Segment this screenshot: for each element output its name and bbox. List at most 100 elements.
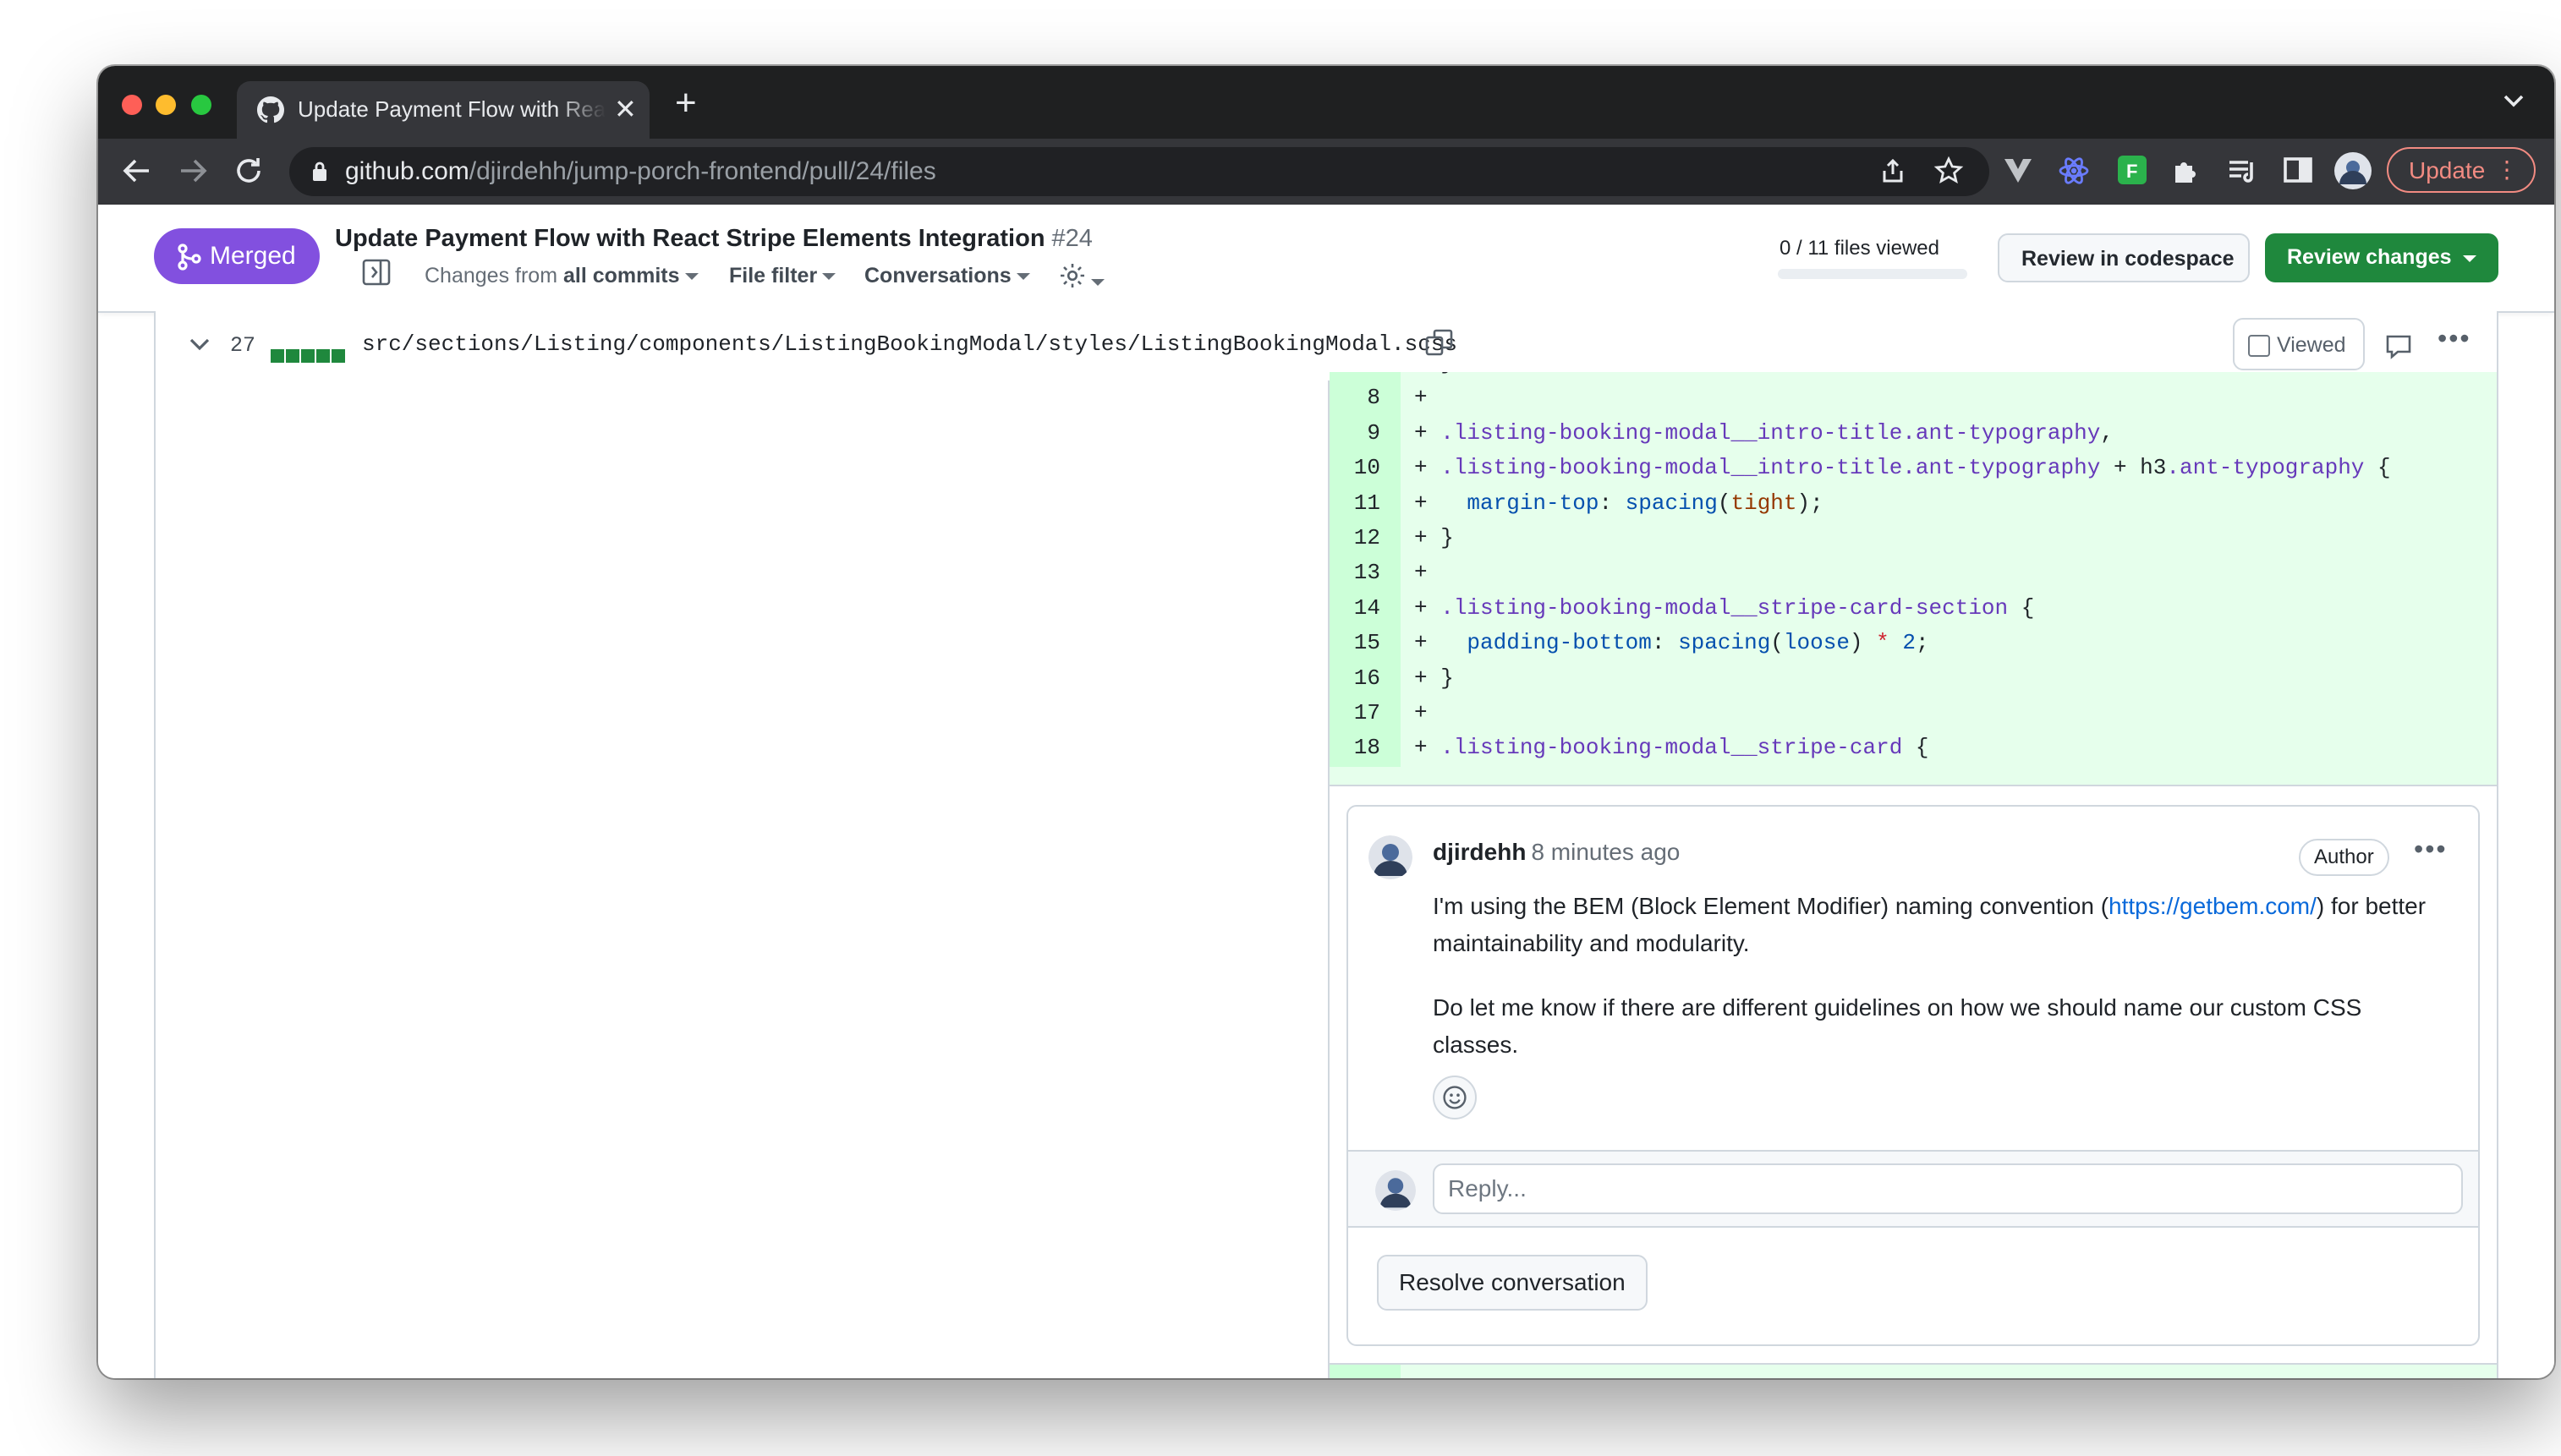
chrome-update-button[interactable]: Update ⋮ [2387,147,2536,193]
more-options-icon[interactable]: ••• [2438,323,2471,354]
file-filter-label: File filter [729,264,818,287]
code-token: , [2100,419,2114,446]
address-bar[interactable]: github.com/djirdehh/jump-porch-frontend/… [289,147,1989,196]
kebab-menu-icon[interactable]: ⋮ [2495,156,2519,183]
comment-icon[interactable] [2385,333,2412,360]
chevron-down-icon[interactable] [189,338,210,352]
line-number[interactable]: 7 [1330,372,1380,375]
bookmark-star-icon[interactable] [1933,156,1964,186]
diff-settings-dropdown[interactable] [1059,262,1105,296]
getbem-link[interactable]: https://getbem.com/ [2109,893,2317,919]
share-icon[interactable] [1879,157,1906,184]
feedly-icon[interactable]: F [2118,156,2147,184]
diff-line[interactable]: 10 + .listing-booking-modal__intro-title.… [1330,452,2497,487]
diff-line[interactable]: 18 + .listing-booking-modal__stripe-card … [1330,731,2497,767]
line-number[interactable]: 10 [1330,455,1380,480]
comment-text: I'm using the BEM (Block Element Modifie… [1433,893,2109,919]
comment-author[interactable]: djirdehh [1433,839,1526,865]
reply-input[interactable] [1433,1163,2463,1214]
line-number[interactable]: 12 [1330,525,1380,550]
reload-icon[interactable] [233,156,264,186]
side-panel-icon[interactable] [2284,156,2312,184]
code-token: + h3 [2100,455,2167,481]
avatar-icon [1368,835,1412,879]
resolve-conversation-button[interactable]: Resolve conversation [1377,1255,1648,1311]
line-number[interactable]: 8 [1330,385,1380,410]
close-window-icon[interactable] [122,95,142,115]
code-token: : [1599,490,1626,516]
caret-down-icon [684,273,699,281]
diff-line[interactable]: 16 + } [1330,661,2497,697]
review-thread-row: djirdehh 8 minutes ago Author ••• I'm usi… [1330,785,2497,1365]
chevron-down-icon[interactable] [2503,95,2524,108]
diff-line[interactable]: 14 + .listing-booking-modal__stripe-card-… [1330,591,2497,627]
code-token: * [1876,630,1889,656]
code-token: + [1414,560,1441,586]
diff-line[interactable]: 11 + margin-top: spacing(tight); [1330,486,2497,522]
diff-line[interactable]: 9 + .listing-booking-modal__intro-title.a… [1330,416,2497,452]
active-tab[interactable]: Update Payment Flow with React Stripe El… [237,81,650,139]
changes-from-dropdown[interactable]: Changes from all commits [425,264,699,288]
line-number[interactable]: 13 [1330,560,1380,585]
comment-paragraph: I'm using the BEM (Block Element Modifie… [1433,888,2448,962]
code-token: .ant-typography [2166,455,2365,481]
review-in-codespace-button[interactable]: Review in codespace [1998,233,2250,282]
more-options-icon[interactable]: ••• [2414,834,2448,865]
line-number[interactable]: 14 [1330,595,1380,621]
diff-line[interactable]: 13 + [1330,556,2497,592]
merged-label: Merged [210,242,296,270]
line-number[interactable]: 9 [1330,420,1380,446]
code-token: + [1414,699,1441,725]
add-reaction-button[interactable] [1433,1076,1477,1119]
line-number[interactable]: 18 [1330,735,1380,760]
code-token: + [1414,490,1467,516]
profile-avatar-icon[interactable] [2334,152,2372,189]
viewed-checkbox[interactable]: Viewed [2233,318,2365,370]
tab-strip: Update Payment Flow with React Stripe El… [98,66,2554,139]
comment-timestamp[interactable]: 8 minutes ago [1531,839,1680,865]
diff-line[interactable]: 8 + [1330,381,2497,417]
author-badge: Author [2299,839,2389,876]
lock-icon[interactable] [311,161,328,181]
close-tab-icon[interactable]: ✕ [614,93,637,125]
line-number[interactable]: 16 [1330,665,1380,691]
new-tab-icon[interactable]: + [675,85,697,122]
diff-line-partial [1330,1363,2497,1378]
diff-line[interactable]: 7 + } [1330,372,2497,382]
media-queue-icon[interactable] [2226,156,2257,186]
file-filter-dropdown[interactable]: File filter [729,264,836,288]
review-changes-button[interactable]: Review changes [2265,233,2498,282]
code-token: + [1414,455,1441,481]
minimize-window-icon[interactable] [156,95,176,115]
code-text: + .listing-booking-modal__intro-title.an… [1414,455,2391,480]
conversations-label: Conversations [864,264,1012,287]
forward-arrow-icon[interactable] [178,156,208,186]
url-text: github.com/djirdehh/jump-porch-frontend/… [345,157,936,185]
code-token: .listing-booking-modal__intro-title.ant-… [1440,455,2101,481]
puzzle-icon[interactable] [2170,156,2201,186]
changes-from-prefix: Changes from [425,264,558,287]
file-tree-toggle-icon[interactable] [362,259,391,286]
file-path[interactable]: src/sections/Listing/components/ListingB… [362,331,1457,357]
browser-window: Update Payment Flow with React Stripe El… [98,66,2554,1378]
update-label: Update [2409,157,2486,183]
line-number[interactable]: 15 [1330,630,1380,655]
maximize-window-icon[interactable] [191,95,211,115]
copy-icon[interactable] [1424,328,1453,357]
diffstat-bar [271,338,347,369]
back-arrow-icon[interactable] [122,156,152,186]
line-number[interactable]: 17 [1330,700,1380,725]
reply-row [1348,1150,2478,1226]
diff-line[interactable]: 17 + [1330,696,2497,732]
checkbox-icon [2248,335,2270,357]
code-text: + } [1414,665,1454,691]
vimium-icon[interactable] [2003,156,2033,186]
avatar[interactable] [1368,835,1412,879]
line-number[interactable]: 11 [1330,490,1380,516]
code-text: + .listing-booking-modal__stripe-card { [1414,735,1929,760]
diff-line[interactable]: 15 + padding-bottom: spacing(loose) * 2; [1330,627,2497,662]
conversations-dropdown[interactable]: Conversations [864,264,1030,288]
react-devtools-icon[interactable] [2059,156,2089,186]
diff-line[interactable]: 12 + } [1330,521,2497,557]
